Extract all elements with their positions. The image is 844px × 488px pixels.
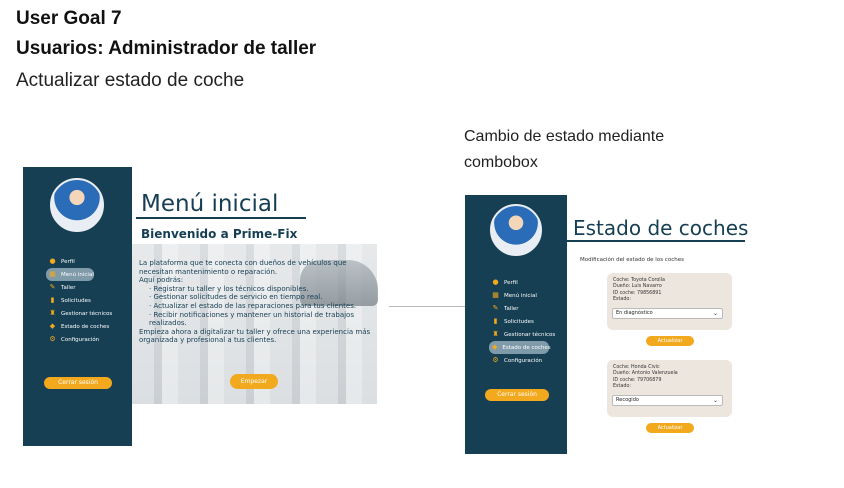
page-subtitle: Modificación del estado de los coches (580, 257, 684, 263)
welcome-subtitle: Bienvenido a Prime-Fix (141, 227, 298, 241)
logout-button[interactable]: Cerrar sesión (44, 377, 112, 389)
annotation-note: Cambio de estado mediante combobox (464, 124, 664, 176)
gear-icon: ⚙ (492, 356, 499, 364)
state-label: Estado: (613, 296, 631, 302)
sidebar-item-label: Menú inicial (504, 292, 537, 299)
annotation-line-1: Cambio de estado mediante (464, 128, 665, 145)
sidebar-item-label: Perfil (504, 279, 518, 286)
car-id: ID coche: 79856891 (613, 290, 662, 296)
sidebar-item-menu-inicial[interactable]: ▦ Menú inicial (492, 289, 555, 302)
sidebar-item-label: Perfil (61, 258, 75, 265)
sidebar-item-label: Solicitudes (504, 318, 534, 325)
car-owner: Dueño: Antonio Valenzuela (613, 371, 678, 377)
gear-icon: ⚙ (49, 335, 56, 343)
list-item: · Registrar tu taller y los técnicos dis… (149, 284, 309, 293)
wrench-icon: ✎ (492, 304, 499, 312)
title-underline (136, 217, 306, 219)
sidebar-item-label: Taller (61, 284, 76, 291)
car-owner: Dueño: Luis Navarro (613, 284, 662, 290)
sidebar-item-label: Taller (504, 305, 519, 312)
welcome-text: La plataforma que te conecta con dueños … (139, 259, 373, 345)
user-icon: ● (492, 278, 499, 286)
sidebar-item-configuracion[interactable]: ⚙ Configuración (49, 333, 112, 346)
sidebar-item-estado-de-coches[interactable]: ◆ Estado de coches (49, 320, 112, 333)
state-combobox[interactable]: En diagnóstico ⌄ (612, 308, 723, 319)
flow-connector-line (389, 306, 465, 307)
car-card: Coche: Honda Civic Dueño: Antonio Valenz… (607, 360, 732, 417)
page-title: Menú inicial (141, 191, 279, 217)
sidebar-item-taller[interactable]: ✎ Taller (492, 302, 555, 315)
grid-icon: ▦ (49, 270, 56, 278)
car-card: Coche: Toyota Corolla Dueño: Luis Navarr… (607, 273, 732, 330)
technicians-icon: ♜ (49, 309, 56, 317)
state-label: Estado: (613, 383, 631, 389)
avatar (490, 204, 542, 256)
clipboard-icon: ▮ (50, 296, 55, 304)
goal-heading: User Goal 7 (16, 8, 122, 29)
sidebar-item-configuracion[interactable]: ⚙ Configuración (492, 354, 555, 367)
sidebar-item-label: Configuración (504, 357, 543, 364)
annotation-line-2: combobox (464, 154, 538, 171)
sidebar-item-label: Estado de coches (502, 344, 551, 351)
sidebar-item-label: Gestionar técnicos (61, 310, 113, 317)
page-title: Estado de coches (573, 216, 749, 240)
technicians-icon: ♜ (492, 330, 499, 338)
list-item: · Gestionar solicitudes de servicio en t… (149, 293, 323, 302)
grid-icon: ▦ (492, 291, 499, 299)
sidebar-item-perfil[interactable]: ● Perfil (49, 255, 112, 268)
user-icon: ● (49, 257, 56, 265)
sidebar-item-solicitudes[interactable]: ▮ Solicitudes (49, 294, 112, 307)
here-text: Aquí podrás: (139, 276, 184, 285)
update-button[interactable]: Actualizar (646, 336, 694, 346)
sidebar-item-label: Menú inicial (61, 271, 94, 278)
list-item: · Recibir notificaciones y mantener un h… (149, 310, 354, 328)
sidebar-item-estado-de-coches[interactable]: ◆ Estado de coches (489, 341, 551, 354)
sidebar-item-label: Solicitudes (61, 297, 91, 304)
start-button[interactable]: Empezar (230, 374, 278, 389)
users-heading: Usuarios: Administrador de taller (16, 38, 317, 59)
sidebar-item-gestionar-tecnicos[interactable]: ♜ Gestionar técnicos (49, 307, 112, 320)
state-selected-value: Recogido (616, 397, 639, 403)
sidebar-item-menu-inicial[interactable]: ▦ Menú inicial (46, 268, 94, 281)
sidebar-item-label: Gestionar técnicos (504, 331, 556, 338)
sidebar-item-taller[interactable]: ✎ Taller (49, 281, 112, 294)
car-info: Coche: Honda Civic Dueño: Antonio Valenz… (613, 365, 678, 390)
title-underline (567, 240, 745, 242)
chevron-down-icon: ⌄ (712, 397, 718, 404)
sidebar-item-label: Estado de coches (61, 323, 110, 330)
sidebar-item-perfil[interactable]: ● Perfil (492, 276, 555, 289)
update-button[interactable]: Actualizar (646, 423, 694, 433)
avatar (50, 178, 104, 232)
diamond-icon: ◆ (492, 343, 498, 351)
state-combobox[interactable]: Recogido ⌄ (612, 395, 723, 406)
wrench-icon: ✎ (49, 283, 56, 291)
sidebar-item-gestionar-tecnicos[interactable]: ♜ Gestionar técnicos (492, 328, 555, 341)
sidebar-item-label: Configuración (61, 336, 100, 343)
list-item: · Actualizar el estado de las reparacion… (149, 301, 357, 310)
car-info: Coche: Toyota Corolla Dueño: Luis Navarr… (613, 278, 665, 303)
state-selected-value: En diagnóstico (616, 310, 653, 316)
sidebar-nav-screen-1: ● Perfil ▦ Menú inicial ✎ Taller ▮ Solicitud… (46, 255, 112, 346)
outro-text: Empieza ahora a digitalizar tu taller y … (139, 327, 371, 345)
task-heading: Actualizar estado de coche (16, 70, 245, 91)
clipboard-icon: ▮ (493, 317, 498, 325)
intro-text: La plataforma que te conecta con dueños … (139, 259, 347, 276)
logout-button[interactable]: Cerrar sesión (485, 389, 549, 401)
diamond-icon: ◆ (49, 322, 56, 330)
chevron-down-icon: ⌄ (712, 310, 718, 317)
sidebar-nav-screen-2: ● Perfil ▦ Menú inicial ✎ Taller ▮ Solicitud… (489, 276, 555, 367)
sidebar-item-solicitudes[interactable]: ▮ Solicitudes (492, 315, 555, 328)
